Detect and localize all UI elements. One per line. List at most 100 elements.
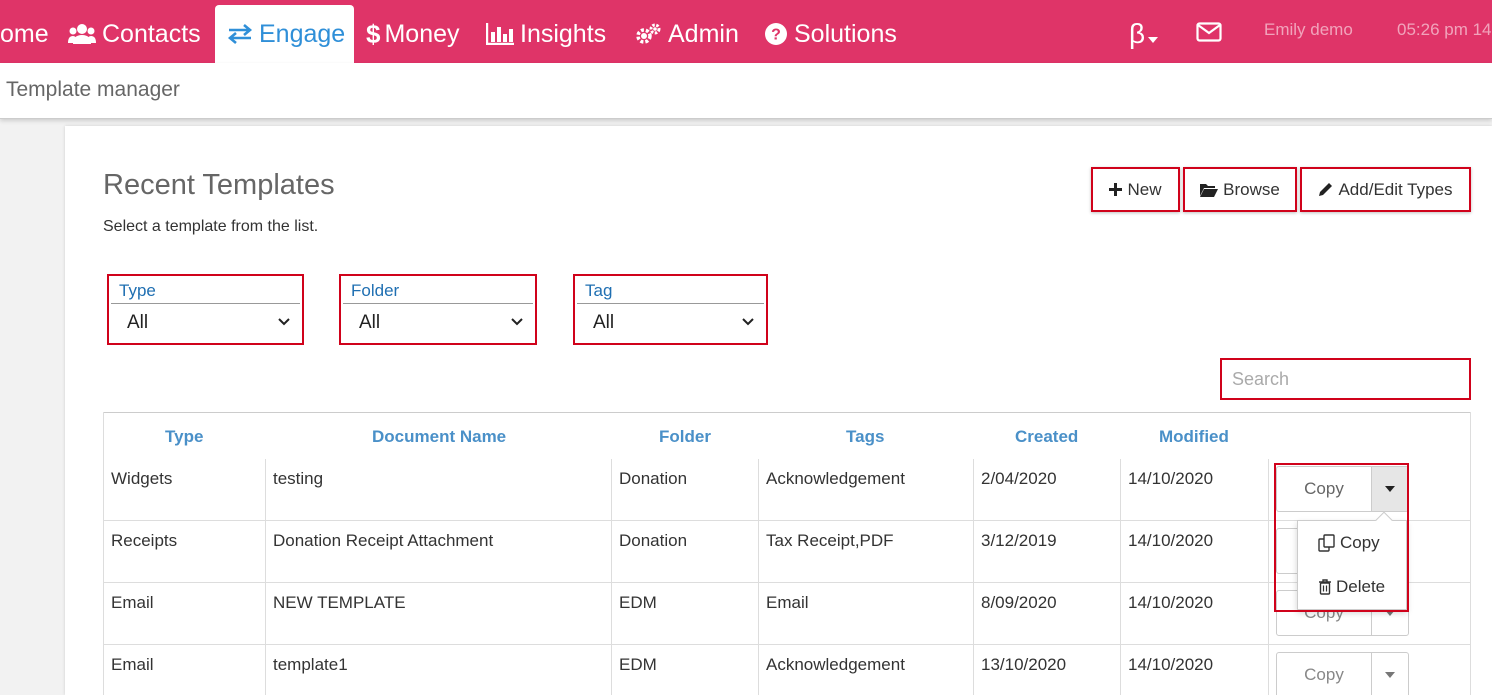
col-divider xyxy=(973,645,974,695)
sub-header: Template manager xyxy=(0,63,1492,119)
pencil-icon xyxy=(1319,183,1333,196)
add-edit-types-label: Add/Edit Types xyxy=(1338,179,1453,199)
cell-modified: 14/10/2020 xyxy=(1128,531,1214,550)
folder-filter: Folder All xyxy=(339,274,537,345)
col-divider xyxy=(1120,459,1121,521)
nav-solutions[interactable]: ? Solutions xyxy=(764,5,897,63)
col-divider xyxy=(1268,521,1269,583)
cell-tags: Acknowledgement xyxy=(766,469,905,488)
col-divider xyxy=(611,583,612,645)
cell-document-name[interactable]: Donation Receipt Attachment xyxy=(273,531,493,551)
col-divider xyxy=(758,521,759,583)
nav-contacts[interactable]: Contacts xyxy=(68,5,201,63)
col-divider xyxy=(1120,521,1121,583)
nav-solutions-label: Solutions xyxy=(794,19,897,48)
beta-label: β xyxy=(1129,18,1146,49)
column-header-tags[interactable]: Tags xyxy=(846,427,884,447)
plus-icon xyxy=(1109,183,1123,196)
col-divider xyxy=(973,521,974,583)
gears-icon xyxy=(634,22,662,46)
actions-highlight-box xyxy=(1274,463,1409,612)
nav-engage-label: Engage xyxy=(259,19,346,48)
cell-folder: Donation xyxy=(619,469,688,488)
nav-admin-label: Admin xyxy=(668,19,739,48)
nav-admin[interactable]: Admin xyxy=(634,5,739,63)
tag-filter-divider xyxy=(577,303,764,304)
col-divider xyxy=(611,521,612,583)
cell-document-name[interactable]: NEW TEMPLATE xyxy=(273,593,406,613)
col-divider xyxy=(265,521,266,583)
cell-tags: Acknowledgement xyxy=(766,655,905,674)
cell-type: Email xyxy=(111,593,154,612)
users-icon xyxy=(68,23,96,45)
col-divider xyxy=(265,459,266,521)
nav-engage[interactable]: Engage xyxy=(215,5,354,63)
col-divider xyxy=(1120,645,1121,695)
column-header-modified[interactable]: Modified xyxy=(1159,427,1229,447)
tag-filter: Tag All xyxy=(573,274,768,345)
dollar-icon: $ xyxy=(366,18,381,49)
table-row[interactable]: Email template1 EDM Acknowledgement 13/1… xyxy=(103,644,1471,695)
type-filter-select[interactable]: All xyxy=(111,305,300,341)
cell-created: 2/04/2020 xyxy=(981,469,1057,488)
nav-insights-label: Insights xyxy=(520,19,607,48)
cell-modified: 14/10/2020 xyxy=(1128,655,1214,674)
column-header-type[interactable]: Type xyxy=(165,427,203,447)
copy-dropdown-toggle[interactable] xyxy=(1372,653,1408,695)
page-subtitle: Select a template from the list. xyxy=(103,218,319,235)
browse-button[interactable]: Browse xyxy=(1183,167,1297,212)
table-row[interactable]: Widgets testing Donation Acknowledgement… xyxy=(103,459,1471,521)
cell-document-name[interactable]: testing xyxy=(273,469,323,489)
nav-home-label: ome xyxy=(0,19,49,48)
cell-modified: 14/10/2020 xyxy=(1128,593,1214,612)
cell-folder: EDM xyxy=(619,593,657,612)
messages-button[interactable] xyxy=(1196,5,1222,63)
type-filter-value: All xyxy=(127,312,149,333)
clock-time: 05:26 pm 14 xyxy=(1397,20,1492,39)
folder-filter-label: Folder xyxy=(351,281,400,300)
folder-filter-divider xyxy=(343,303,533,304)
table-row[interactable]: Receipts Donation Receipt Attachment Don… xyxy=(103,520,1471,583)
col-divider xyxy=(611,459,612,521)
tag-filter-value: All xyxy=(593,312,615,333)
type-filter: Type All xyxy=(107,274,304,345)
cell-document-name[interactable]: template1 xyxy=(273,655,348,675)
bar-chart-icon xyxy=(486,23,514,45)
col-divider xyxy=(611,645,612,695)
folder-open-icon xyxy=(1200,183,1219,197)
type-filter-label: Type xyxy=(119,281,156,300)
cell-tags: Tax Receipt,PDF xyxy=(766,531,894,550)
exchange-icon xyxy=(227,24,253,44)
copy-button[interactable]: Copy xyxy=(1277,653,1372,695)
nav-insights[interactable]: Insights xyxy=(486,5,606,63)
tag-filter-label: Tag xyxy=(585,281,613,300)
user-name[interactable]: Emily demo xyxy=(1264,20,1353,40)
nav-money-label: Money xyxy=(384,19,460,48)
caret-down-icon xyxy=(1148,18,1159,50)
column-header-created[interactable]: Created xyxy=(1015,427,1078,447)
cell-created: 8/09/2020 xyxy=(981,593,1057,612)
cell-folder: Donation xyxy=(619,531,688,550)
browse-button-label: Browse xyxy=(1223,179,1280,199)
copy-split-button: Copy xyxy=(1276,652,1409,695)
folder-filter-select[interactable]: All xyxy=(343,305,533,341)
cell-tags: Email xyxy=(766,593,809,612)
col-divider xyxy=(265,645,266,695)
add-edit-types-button[interactable]: Add/Edit Types xyxy=(1300,167,1471,212)
beta-menu[interactable]: β xyxy=(1129,5,1159,63)
col-divider xyxy=(265,583,266,645)
table-row[interactable]: Email NEW TEMPLATE EDM Email 8/09/2020 1… xyxy=(103,582,1471,645)
cell-type: Widgets xyxy=(111,469,173,488)
col-divider xyxy=(1120,583,1121,645)
caret-down-icon xyxy=(1385,672,1395,678)
new-button-label: New xyxy=(1127,179,1162,199)
column-header-document-name[interactable]: Document Name xyxy=(372,427,506,447)
column-header-folder[interactable]: Folder xyxy=(659,427,711,447)
nav-money[interactable]: $ Money xyxy=(366,5,460,63)
top-navbar: ome Contacts Engage $ Money Insights Adm… xyxy=(0,0,1492,63)
tag-filter-select[interactable]: All xyxy=(577,305,764,341)
chevron-down-icon xyxy=(742,318,754,326)
nav-home[interactable]: ome xyxy=(0,5,49,63)
new-button[interactable]: New xyxy=(1091,167,1180,212)
search-input[interactable]: Search xyxy=(1220,358,1471,400)
